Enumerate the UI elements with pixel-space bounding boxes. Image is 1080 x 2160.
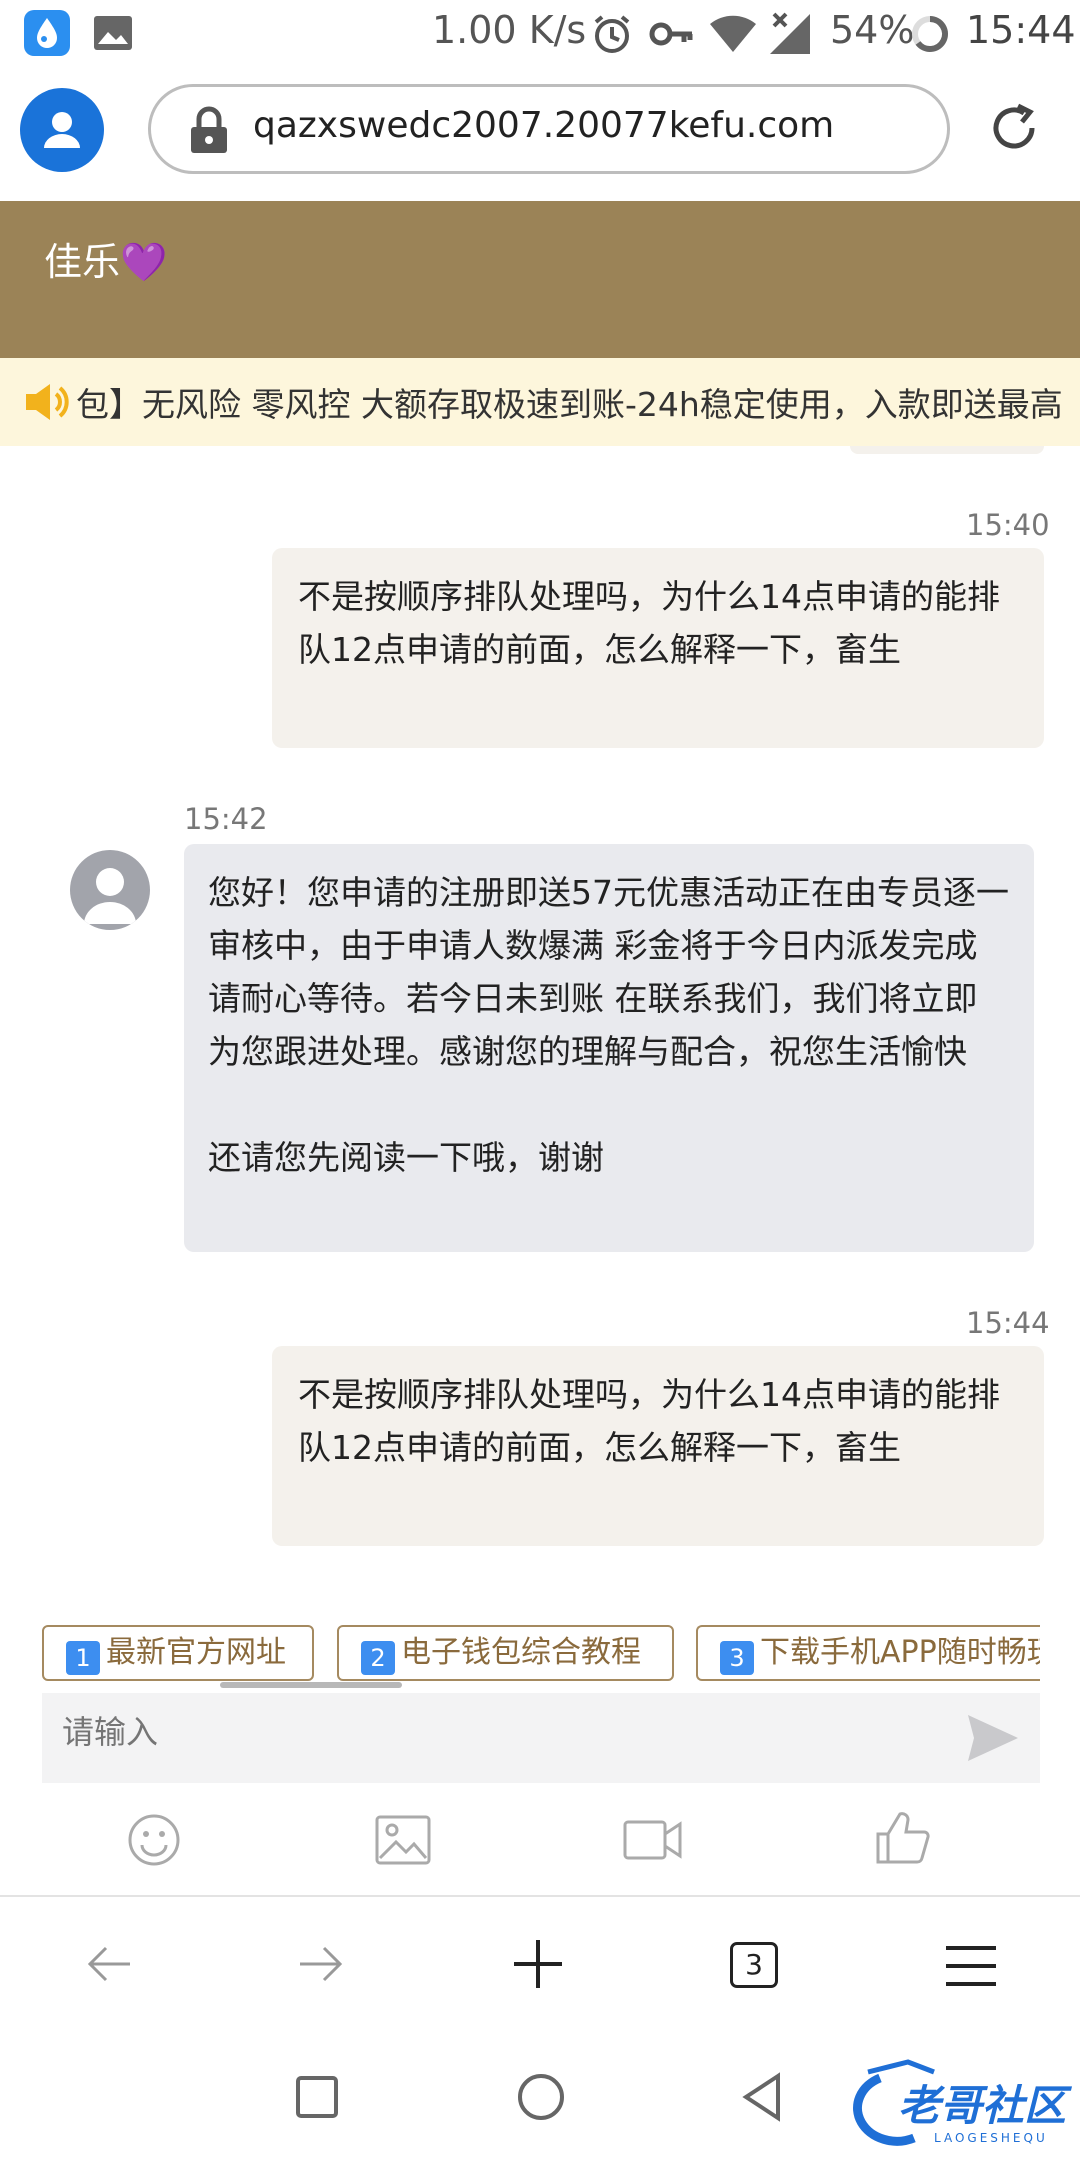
quick-link-official-site[interactable]: 1 最新官方网址: [42, 1625, 314, 1681]
home-button[interactable]: [518, 2074, 564, 2120]
chat-title: 佳乐💜: [44, 240, 168, 284]
user-message-bubble: 不是按顺序排队处理吗，为什么14点申请的能排队12点申请的前面，怎么解释一下，畜…: [272, 1346, 1044, 1546]
agent-message-bubble: 您好！您申请的注册即送57元优惠活动正在由专员逐一审核中，由于申请人数爆满 彩金…: [184, 844, 1034, 1252]
like-button[interactable]: [874, 1810, 930, 1870]
user-message-bubble: 不是按顺序排队处理吗，为什么14点申请的能排队12点申请的前面，怎么解释一下，畜…: [272, 548, 1044, 748]
url-text: qazxswedc2007.20077kefu.com: [253, 105, 835, 146]
back-button[interactable]: [84, 1942, 134, 1990]
battery-ring-icon: [910, 14, 950, 58]
previous-bubble-edge: [850, 446, 1044, 454]
status-bar: 1.00 K/s 54% 15:44: [0, 0, 1080, 66]
message-time: 15:44: [966, 1306, 1050, 1340]
send-button[interactable]: [966, 1713, 1020, 1767]
profile-icon: [44, 112, 80, 148]
network-speed: 1.00 K/s: [432, 8, 587, 52]
quick-link-label: 下载手机APP随时畅玩: [760, 1635, 1040, 1670]
watermark-logo: 老哥社区 LAOGESHEQU: [838, 2058, 1074, 2150]
address-bar[interactable]: qazxswedc2007.20077kefu.com: [148, 84, 950, 174]
emoji-button[interactable]: [126, 1812, 182, 1872]
quick-link-wallet-tutorial[interactable]: 2 电子钱包综合教程: [337, 1625, 674, 1681]
quick-link-download-app[interactable]: 3 下载手机APP随时畅玩: [696, 1625, 1040, 1681]
number-badge: 3: [720, 1641, 754, 1675]
quick-link-label: 最新官方网址: [106, 1635, 286, 1670]
svg-text:LAOGESHEQU: LAOGESHEQU: [934, 2131, 1048, 2145]
triangle-back-icon: [742, 2072, 780, 2122]
reload-icon: [993, 103, 1035, 149]
divider: [0, 1895, 1080, 1897]
no-signal-icon: [768, 10, 812, 60]
profile-button[interactable]: [20, 88, 104, 172]
like-icon: [876, 1812, 930, 1864]
key-icon: [648, 12, 696, 60]
agent-avatar: [70, 850, 150, 930]
forward-button[interactable]: [296, 1942, 346, 1990]
number-badge: 1: [66, 1641, 100, 1675]
tab-count: 3: [745, 1948, 763, 1981]
reload-button[interactable]: [986, 100, 1042, 156]
chat-header: 佳乐💜: [0, 201, 1080, 358]
arrow-right-icon: [300, 1946, 343, 1982]
emoji-icon: [128, 1814, 180, 1866]
menu-button[interactable]: [944, 1944, 998, 1992]
tabs-button[interactable]: 3: [730, 1942, 778, 1988]
image-button[interactable]: [374, 1814, 432, 1870]
message-input-bar: [42, 1693, 1040, 1783]
speaker-icon: [22, 380, 70, 428]
gallery-icon: [90, 10, 136, 56]
message-time: 15:40: [966, 508, 1050, 542]
hamburger-icon: [946, 1946, 996, 1986]
drop-app-icon: [24, 10, 70, 56]
arrow-left-icon: [87, 1946, 130, 1982]
lock-icon: [187, 105, 231, 159]
video-button[interactable]: [622, 1816, 684, 1868]
svg-text:老哥社区: 老哥社区: [898, 2081, 1073, 2130]
alarm-icon: [590, 12, 634, 60]
new-tab-button[interactable]: [512, 1938, 564, 1994]
marquee-text: 包】无风险 零风控 大额存取极速到账-24h稳定使用，入款即送最高: [76, 385, 1063, 424]
video-icon: [623, 1820, 682, 1860]
announcement-marquee[interactable]: 包】无风险 零风控 大额存取极速到账-24h稳定使用，入款即送最高: [0, 358, 1080, 446]
quick-link-label: 电子钱包综合教程: [401, 1635, 641, 1670]
clock: 15:44: [966, 8, 1076, 52]
image-icon: [375, 1815, 431, 1865]
message-input[interactable]: [60, 1713, 944, 1752]
quick-links-scrollbar[interactable]: [220, 1682, 402, 1688]
system-back-button[interactable]: [740, 2072, 784, 2126]
plus-icon: [514, 1940, 562, 1988]
recents-button[interactable]: [296, 2076, 338, 2118]
message-time: 15:42: [184, 802, 268, 836]
send-icon: [968, 1715, 1018, 1761]
wifi-icon: [708, 12, 758, 60]
browser-toolbar: qazxswedc2007.20077kefu.com: [0, 66, 1080, 204]
battery-percent: 54%: [830, 8, 915, 52]
number-badge: 2: [361, 1641, 395, 1675]
